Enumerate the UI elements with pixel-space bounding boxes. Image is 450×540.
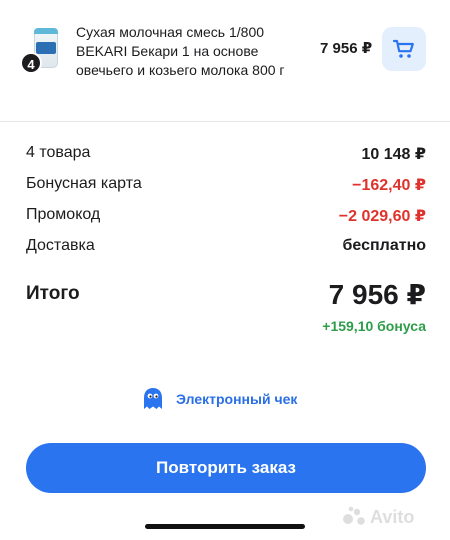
total-label: Итого: [26, 283, 80, 304]
summary-row-bonus-card: Бонусная карта −162,40 ₽: [26, 175, 426, 199]
summary-value: бесплатно: [342, 237, 426, 254]
total-value: 7 956 ₽: [328, 279, 426, 310]
home-indicator: [145, 524, 305, 529]
quantity-badge: 4: [20, 52, 42, 74]
avito-watermark: Avito: [343, 506, 414, 527]
receipt-ghost-icon: [144, 388, 162, 409]
summary-label: Промокод: [26, 206, 101, 223]
summary-row-items: 4 товара 10 148 ₽: [26, 144, 426, 168]
repeat-order-button[interactable]: Повторить заказ: [26, 443, 426, 493]
summary-row-promocode: Промокод −2 029,60 ₽: [26, 206, 426, 230]
summary-value: −2 029,60 ₽: [338, 208, 426, 225]
add-to-cart-button[interactable]: [382, 27, 426, 71]
bonus-earned: +159,10 бонуса: [322, 318, 426, 334]
svg-text:Avito: Avito: [370, 507, 414, 527]
summary-value: −162,40 ₽: [352, 177, 426, 194]
cart-icon: [392, 39, 414, 58]
product-price: 7 956 ₽: [320, 40, 373, 57]
summary-label: Бонусная карта: [26, 175, 142, 192]
summary-value: 10 148 ₽: [361, 146, 426, 163]
summary-label: 4 товара: [26, 144, 91, 161]
divider: [0, 121, 450, 122]
product-name[interactable]: Сухая молочная смесь 1/800 BEKARI Бекари…: [76, 23, 311, 80]
summary-row-delivery: Доставка бесплатно: [26, 237, 426, 261]
order-item[interactable]: 4 Сухая молочная смесь 1/800 BEKARI Бека…: [0, 0, 450, 96]
receipt-link-label[interactable]: Электронный чек: [176, 391, 297, 407]
summary-label: Доставка: [26, 237, 95, 254]
